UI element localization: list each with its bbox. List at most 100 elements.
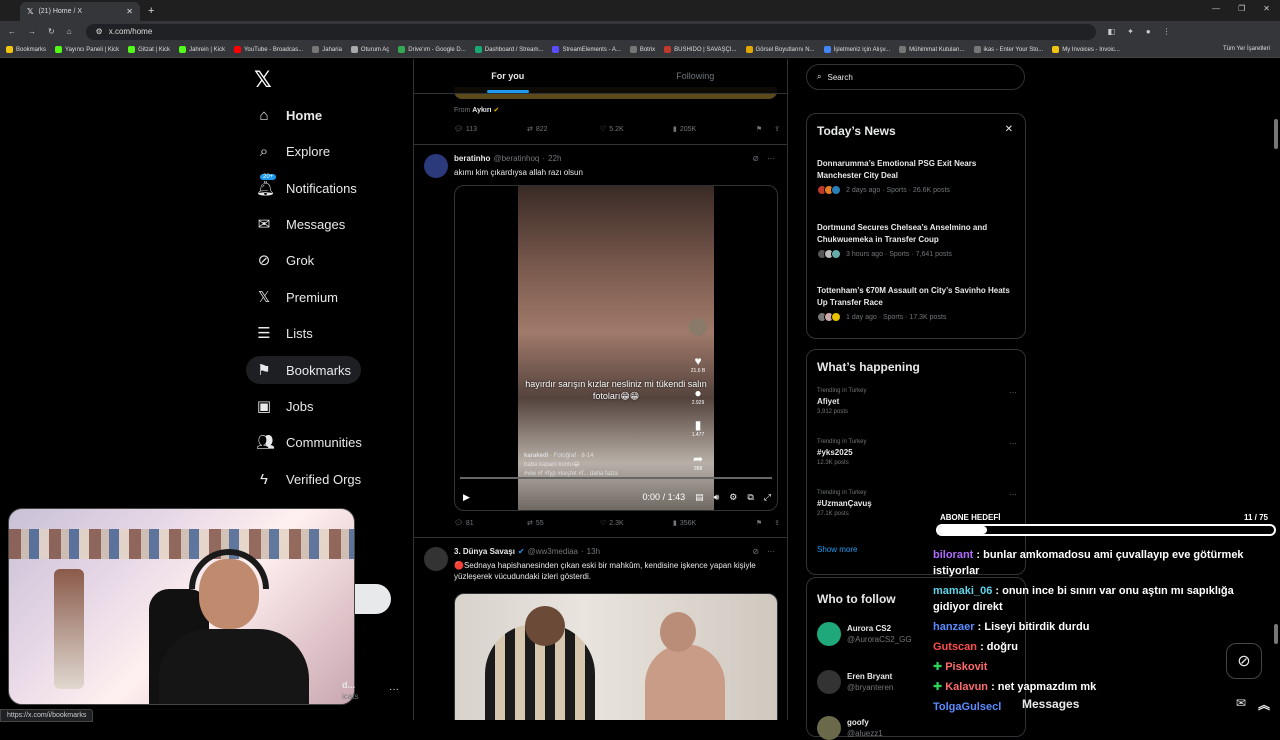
- compose-message-icon[interactable]: ✉: [1236, 696, 1246, 713]
- nav-item-jobs[interactable]: ▣ Jobs: [246, 392, 323, 420]
- account-more-icon[interactable]: ···: [389, 684, 399, 695]
- bookmark-icon[interactable]: ⚑: [756, 519, 762, 527]
- trend-item[interactable]: Trending in Turkey #yks2025 12.3K posts ···: [817, 439, 1017, 466]
- reload-icon[interactable]: ↻: [48, 27, 55, 36]
- close-icon[interactable]: ✕: [1005, 124, 1013, 135]
- fullscreen-icon[interactable]: ⤢: [764, 492, 771, 503]
- bookmark-item[interactable]: Gitzat | Kick: [128, 46, 170, 53]
- settings-icon[interactable]: ⚙: [729, 492, 737, 503]
- browser-tab[interactable]: 𝕏 (21) Home / X ✕: [20, 2, 140, 21]
- bookmark-icon[interactable]: ⚑: [756, 125, 762, 133]
- scrollbar[interactable]: [1274, 624, 1278, 644]
- all-bookmarks-button[interactable]: Tüm Yer İşaretleri: [1223, 46, 1270, 52]
- news-item[interactable]: Tottenham’s €70M Assault on City’s Savin…: [817, 285, 1017, 322]
- tweet-time[interactable]: 13h: [587, 547, 600, 556]
- bookmark-item[interactable]: Jahrein | Kick: [179, 46, 225, 53]
- follow-suggestion[interactable]: Aurora CS2 @AuroraCS2_GG: [817, 622, 912, 646]
- author-handle[interactable]: @ww3mediaa: [528, 547, 578, 556]
- views-button[interactable]: ▮ 356K: [673, 519, 748, 528]
- video-progress-bar[interactable]: [460, 477, 772, 479]
- bookmark-item[interactable]: Bookmarks: [6, 46, 46, 53]
- repost-button[interactable]: ⇄ 55: [527, 519, 600, 528]
- messages-dock[interactable]: Messages ✉ ︽: [1008, 688, 1270, 720]
- follow-suggestion[interactable]: Eren Bryant @bryanteren: [817, 670, 893, 694]
- nav-item-communities[interactable]: 👥︎ Communities: [246, 428, 372, 456]
- repost-button[interactable]: ⇄ 822: [527, 125, 600, 134]
- restore-icon[interactable]: ❐: [1238, 4, 1245, 13]
- account-name[interactable]: d...: [342, 680, 355, 690]
- scrollbar[interactable]: [1274, 119, 1278, 149]
- bookmark-item[interactable]: StreamElements - A...: [552, 46, 621, 53]
- grok-icon[interactable]: ⊘: [752, 154, 759, 163]
- nav-item-grok[interactable]: ⊘ Grok: [246, 246, 324, 274]
- grok-button[interactable]: ⊘: [1226, 643, 1262, 679]
- expand-icon[interactable]: ︽: [1258, 696, 1270, 713]
- bookmark-item[interactable]: Oturum Aç: [350, 46, 389, 53]
- tweet-time[interactable]: 22h: [548, 154, 561, 163]
- more-icon[interactable]: ···: [1009, 439, 1017, 448]
- play-icon[interactable]: ▶: [463, 492, 470, 503]
- share-icon[interactable]: ⇪: [774, 125, 780, 133]
- url-input[interactable]: ⚙ x.com/home: [85, 23, 1096, 40]
- x-logo-icon[interactable]: 𝕏: [254, 67, 272, 93]
- nav-item-lists[interactable]: ☰ Lists: [246, 319, 323, 347]
- avatar[interactable]: [424, 154, 448, 178]
- more-icon[interactable]: ···: [1009, 490, 1017, 499]
- nav-item-verified-orgs[interactable]: ϟ Verified Orgs: [246, 465, 371, 493]
- extension-icon[interactable]: ✦: [1127, 27, 1134, 36]
- nav-item-premium[interactable]: 𝕏 Premium: [246, 283, 348, 311]
- like-button[interactable]: ♡ 2.3K: [600, 519, 673, 528]
- pip-icon[interactable]: ⧉: [747, 492, 753, 503]
- bookmark-item[interactable]: Drive'ım - Google D...: [398, 46, 466, 53]
- like-button[interactable]: ♡ 5.2K: [600, 125, 673, 134]
- video-player[interactable]: hayırdır sarışın kızlar nesliniz mi tüke…: [454, 185, 778, 511]
- bookmark-item[interactable]: Dashboard / Stream...: [474, 46, 543, 53]
- news-item[interactable]: Dortmund Secures Chelsea’s Anselmino and…: [817, 222, 1017, 259]
- more-icon[interactable]: ···: [1009, 388, 1017, 397]
- bookmark-item[interactable]: Yayıncı Paneli | Kick: [55, 46, 119, 53]
- show-more-link[interactable]: Show more: [817, 545, 857, 554]
- tab-for-you[interactable]: For you: [414, 59, 602, 93]
- search-input[interactable]: ⌕ Search: [806, 64, 1025, 90]
- minimize-icon[interactable]: —: [1212, 4, 1220, 13]
- bookmark-item[interactable]: YouTube - Broadcas...: [233, 46, 303, 53]
- reply-button[interactable]: 💬︎ 81: [454, 519, 527, 528]
- views-button[interactable]: ▮ 205K: [673, 125, 748, 134]
- bookmark-item[interactable]: Görsel Boyutlarını N...: [745, 46, 815, 53]
- avatar[interactable]: [817, 670, 841, 694]
- trend-item[interactable]: Trending in Turkey Afiyet 3,912 posts ···: [817, 388, 1017, 415]
- author-name[interactable]: beratinho: [454, 154, 490, 163]
- nav-item-notifications[interactable]: 🔔︎ 20+ Notifications: [246, 173, 367, 202]
- news-item[interactable]: Donnarumma’s Emotional PSG Exit Nears Ma…: [817, 158, 1017, 195]
- nav-item-explore[interactable]: ⌕ Explore: [246, 137, 340, 165]
- share-icon[interactable]: ⇪: [774, 519, 780, 527]
- captions-icon[interactable]: ▤: [695, 492, 704, 503]
- video-frame[interactable]: hayırdır sarışın kızlar nesliniz mi tüke…: [518, 186, 714, 510]
- bookmark-item[interactable]: İşletmeniz için Alışv...: [823, 46, 890, 53]
- from-name[interactable]: Aykırı: [472, 107, 491, 114]
- bookmark-item[interactable]: Mühimmat Kutuları...: [899, 46, 965, 53]
- more-icon[interactable]: ···: [767, 547, 775, 556]
- nav-item-home[interactable]: ⌂ Home: [246, 101, 332, 129]
- menu-icon[interactable]: ⋮: [1163, 27, 1171, 36]
- volume-icon[interactable]: 🔊︎: [714, 492, 720, 503]
- bookmark-item[interactable]: Jaharia: [312, 46, 342, 53]
- author-handle[interactable]: @beratinhoq: [493, 154, 539, 163]
- home-browser-icon[interactable]: ⌂: [67, 27, 72, 36]
- forward-icon[interactable]: →: [28, 27, 36, 36]
- bookmark-item[interactable]: BUSHIDO | SAVAŞÇI...: [664, 46, 737, 53]
- post-button-partial[interactable]: [355, 584, 391, 614]
- author-name[interactable]: 3. Dünya Savaşı: [454, 547, 515, 556]
- tab-close-icon[interactable]: ✕: [126, 7, 133, 16]
- bookmark-item[interactable]: ikas - Enter Your Sto...: [973, 46, 1043, 53]
- back-icon[interactable]: ←: [8, 27, 16, 36]
- nav-item-messages[interactable]: ✉ Messages: [246, 210, 355, 238]
- site-info-icon[interactable]: ⚙: [96, 27, 103, 36]
- new-tab-button[interactable]: +: [148, 5, 154, 17]
- avatar[interactable]: [424, 547, 448, 571]
- close-window-icon[interactable]: ✕: [1263, 4, 1270, 13]
- profile-icon[interactable]: ●: [1146, 27, 1151, 36]
- extension-icon[interactable]: ◧: [1108, 27, 1116, 36]
- bookmark-item[interactable]: Botrix: [629, 46, 655, 53]
- more-icon[interactable]: ···: [767, 154, 775, 163]
